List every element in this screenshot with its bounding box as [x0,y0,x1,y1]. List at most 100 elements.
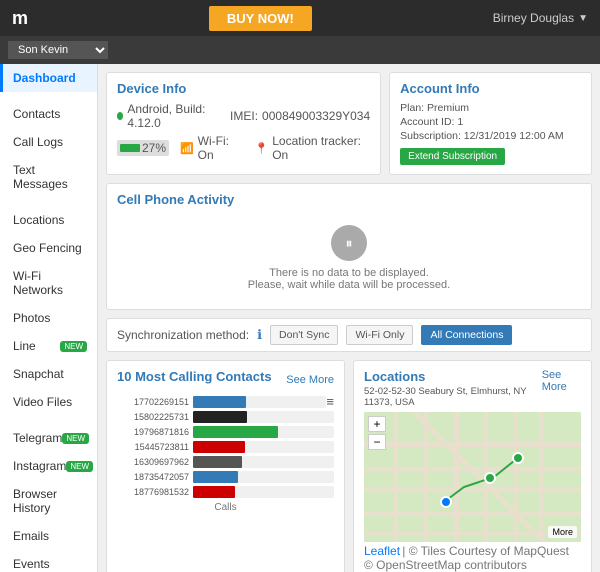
cell-phone-activity-panel: Cell Phone Activity There is no data to … [106,183,592,310]
chart-row: 17702269151 [117,396,326,408]
imei-value: 000849003329Y034 [262,109,370,123]
map-pin-green-2 [484,472,496,484]
content-area: Device Info Android, Build: 4.12.0 IMEI:… [98,64,600,572]
sidebar-item-dashboard[interactable]: Dashboard [0,64,97,92]
calling-contacts-panel: 10 Most Calling Contacts See More ≡ 1770… [106,360,345,572]
chart-bar-wrap [193,426,334,438]
calling-see-more-link[interactable]: See More [286,374,334,386]
map-footer: Leaflet | © Tiles Courtesy of MapQuest ©… [364,544,581,572]
buy-now-button[interactable]: BUY NOW! [209,6,312,31]
imei-label: IMEI: [230,109,258,123]
main-layout: Dashboard Contacts Call Logs Text Messag… [0,64,600,572]
sidebar: Dashboard Contacts Call Logs Text Messag… [0,64,98,572]
chart-x-label: Calls [117,502,334,513]
plan-label: Plan: Premium [400,102,581,114]
sidebar-item-line[interactable]: Line NEW [0,332,97,360]
map-more-label[interactable]: More [548,526,577,538]
chart-row: 19796871816 [117,426,334,438]
chart-bar-wrap [193,486,334,498]
topbar: m BUY NOW! Birney Douglas ▼ [0,0,600,36]
sidebar-item-locations[interactable]: Locations [0,206,97,234]
sidebar-item-browser-history[interactable]: Browser History [0,480,97,522]
logo: m [12,8,28,29]
chart-contact-label: 15802225731 [117,412,189,422]
chart-bar [193,456,242,468]
battery-fill [120,144,140,152]
user-select[interactable]: Son Kevin [8,41,108,59]
chart-row: 15802225731 [117,411,334,423]
sidebar-item-telegram[interactable]: Telegram NEW [0,424,97,452]
wifi-only-button[interactable]: Wi-Fi Only [346,325,413,345]
device-info-title: Device Info [117,81,370,96]
locations-panel: Locations 52-02-52-30 Seabury St, Elmhur… [353,360,592,572]
sidebar-item-geo-fencing[interactable]: Geo Fencing [0,234,97,262]
map-pin-blue [440,496,452,508]
sidebar-item-emails[interactable]: Emails [0,522,97,550]
pause-icon [331,225,367,261]
sidebar-item-events[interactable]: Events [0,550,97,572]
leaflet-link[interactable]: Leaflet [364,544,400,558]
map-zoom-out[interactable]: − [368,434,386,450]
location-pin-icon: 📍 [255,142,269,155]
bottom-panels: 10 Most Calling Contacts See More ≡ 1770… [106,360,592,572]
chart-contact-label: 18776981532 [117,487,189,497]
map-pin-green-1 [512,452,524,464]
sidebar-item-wifi-networks[interactable]: Wi-Fi Networks [0,262,97,304]
account-info-title: Account Info [400,81,581,96]
locations-title: Locations [364,369,542,384]
sidebar-item-video-files[interactable]: Video Files [0,388,97,416]
location-see-more-link[interactable]: See More [542,369,581,393]
os-status-dot [117,112,123,120]
chart-row: 18776981532 [117,486,334,498]
instagram-badge: NEW [66,461,93,472]
chart-bar [193,396,246,408]
extend-subscription-button[interactable]: Extend Subscription [400,148,505,165]
telegram-badge: NEW [62,433,89,444]
activity-empty-state: There is no data to be displayed. Please… [117,215,581,301]
activity-empty-msg1: There is no data to be displayed. [269,267,429,279]
sidebar-item-contacts[interactable]: Contacts [0,100,97,128]
all-connections-button[interactable]: All Connections [421,325,512,345]
calling-chart: 17702269151 15802225731 19796871816 1544572… [117,396,334,498]
sidebar-item-call-logs[interactable]: Call Logs [0,128,97,156]
wifi-icon: 📶 [180,142,194,155]
map-svg [364,412,581,542]
map-container: + − More [364,412,581,542]
activity-title: Cell Phone Activity [117,192,581,207]
device-os: Android, Build: 4.12.0 [127,102,219,130]
chart-contact-label: 16309697962 [117,457,189,467]
sidebar-item-snapchat[interactable]: Snapchat [0,360,97,388]
wifi-status: Wi-Fi: On [198,134,244,162]
calling-contacts-title: 10 Most Calling Contacts [117,369,272,384]
line-badge: NEW [60,341,87,352]
chart-row: 18735472057 [117,471,334,483]
user-menu[interactable]: Birney Douglas ▼ [493,11,588,25]
device-os-row: Android, Build: 4.12.0 IMEI: 00084900332… [117,102,370,130]
device-status-row: 27% 📶 Wi-Fi: On 📍 Location tracker: On [117,134,370,162]
chart-bar [193,411,247,423]
account-info-panel: Account Info Plan: Premium Account ID: 1… [389,72,592,175]
sidebar-item-instagram[interactable]: Instagram NEW [0,452,97,480]
sync-info-icon[interactable]: ℹ [257,327,262,343]
dont-sync-button[interactable]: Don't Sync [270,325,338,345]
account-id-label: Account ID: 1 [400,116,581,128]
chart-bar [193,486,235,498]
sync-label: Synchronization method: [117,328,249,342]
sidebar-item-photos[interactable]: Photos [0,304,97,332]
chart-menu-icon[interactable]: ≡ [326,394,334,409]
device-info-panel: Device Info Android, Build: 4.12.0 IMEI:… [106,72,381,175]
chart-bar-wrap [193,411,334,423]
chart-row: 15445723811 [117,441,334,453]
chart-bar [193,426,278,438]
top-panels: Device Info Android, Build: 4.12.0 IMEI:… [106,72,592,175]
chart-row: 16309697962 [117,456,334,468]
chart-contact-label: 15445723811 [117,442,189,452]
chart-contact-label: 17702269151 [117,397,189,407]
battery-percent: 27% [142,141,166,155]
chart-bar-wrap [193,396,326,408]
map-zoom-in[interactable]: + [368,416,386,432]
chart-bar [193,441,245,453]
sync-panel: Synchronization method: ℹ Don't Sync Wi-… [106,318,592,352]
sidebar-item-text-messages[interactable]: Text Messages [0,156,97,198]
subscription-label: Subscription: 12/31/2019 12:00 AM [400,130,581,142]
